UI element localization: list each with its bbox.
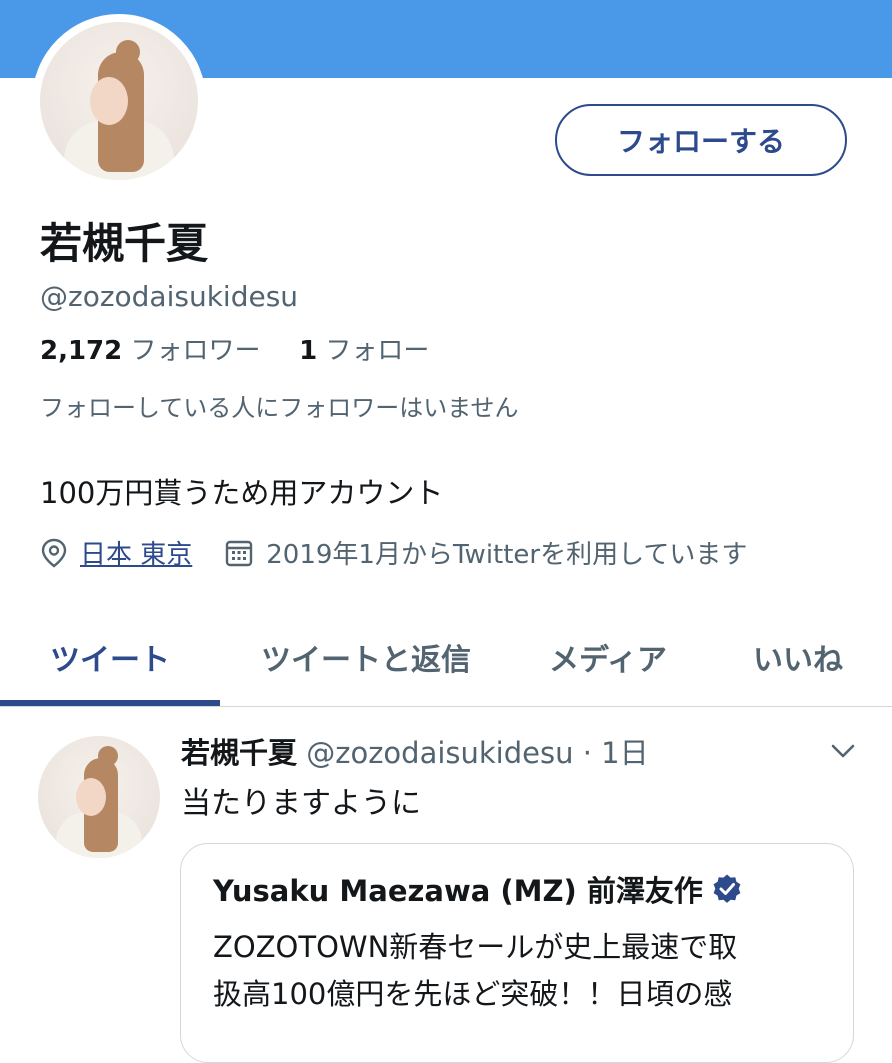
profile-avatar[interactable] <box>32 14 206 188</box>
joined-date: 2019年1月からTwitterを利用しています <box>224 534 747 571</box>
tab-media[interactable]: メディア <box>512 608 704 706</box>
location-pin-icon <box>41 538 67 567</box>
profile-avatar-image <box>40 22 198 180</box>
tweet-separator: · <box>573 736 602 770</box>
quoted-tweet[interactable]: Yusaku Maezawa (MZ) 前澤友作 ZOZOTOWN新春セールが史… <box>180 843 854 1063</box>
tab-tweets-and-replies[interactable]: ツイートと返信 <box>220 608 512 706</box>
tweet-author-handle[interactable]: @zozodaisukidesu <box>306 736 573 770</box>
following-count: 1 <box>299 336 318 366</box>
followers-label: フォロワー <box>130 336 261 366</box>
joined-text: 2019年1月からTwitterを利用しています <box>266 540 748 570</box>
calendar-icon <box>226 540 253 566</box>
active-tab-indicator <box>0 700 220 706</box>
profile-name: 若槻千夏 <box>40 219 209 268</box>
verified-badge-icon <box>713 874 741 903</box>
quoted-text-line-2: 扱高100億円を先ほど突破！！日頃の感 <box>213 977 733 1011</box>
following-label: フォロー <box>325 336 430 366</box>
profile-tabs: ツイート ツイートと返信 メディア いいね <box>0 608 892 707</box>
quoted-tweet-author: Yusaku Maezawa (MZ) 前澤友作 <box>213 868 743 910</box>
tweet-author-name[interactable]: 若槻千夏 <box>181 736 297 770</box>
profile-meta: 日本 東京 2019年1月からTwitterを利用しています <box>40 534 747 571</box>
location-link[interactable]: 日本 東京 <box>80 534 192 571</box>
followers-count: 2,172 <box>40 336 123 366</box>
followers-link[interactable]: 2,172 フォロワー <box>40 336 269 366</box>
followed-by-notice: フォローしている人にフォロワーはいません <box>40 394 519 422</box>
following-link[interactable]: 1 フォロー <box>299 336 429 366</box>
quoted-text-line-1: ZOZOTOWN新春セールが史上最速で取 <box>213 930 738 964</box>
tweet-text: 当たりますように <box>181 786 421 821</box>
tweet-header: 若槻千夏 @zozodaisukidesu · 1日 <box>181 730 649 772</box>
tab-tweets[interactable]: ツイート <box>0 608 220 706</box>
tweet-time[interactable]: 1日 <box>601 736 648 770</box>
follow-button[interactable]: フォローする <box>555 104 847 176</box>
tab-likes[interactable]: いいね <box>704 608 892 706</box>
chevron-down-icon[interactable] <box>828 736 858 766</box>
quoted-author-name: Yusaku Maezawa (MZ) 前澤友作 <box>213 874 703 908</box>
profile-bio: 100万円貰うため用アカウント <box>40 476 444 510</box>
tweet-avatar[interactable] <box>38 736 160 858</box>
profile-stats: 2,172 フォロワー 1 フォロー <box>40 330 429 367</box>
profile-handle: @zozodaisukidesu <box>40 280 299 313</box>
quoted-tweet-text: ZOZOTOWN新春セールが史上最速で取 扱高100億円を先ほど突破！！日頃の感 <box>213 924 823 1018</box>
